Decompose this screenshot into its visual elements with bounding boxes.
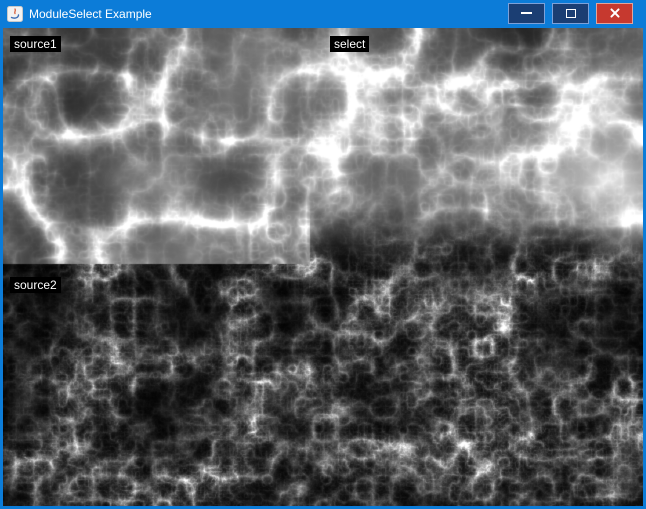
content-area: source1 select source2 (3, 28, 643, 506)
app-icon (7, 6, 23, 22)
close-button[interactable] (596, 3, 633, 24)
label-select: select (330, 36, 369, 52)
label-source1: source1 (10, 36, 61, 52)
maximize-button[interactable] (552, 3, 589, 24)
noise-canvas (3, 28, 643, 506)
maximize-icon (566, 9, 576, 18)
label-source2: source2 (10, 277, 61, 293)
app-window: ModuleSelect Example source1 select sour… (0, 0, 646, 509)
minimize-button[interactable] (508, 3, 545, 24)
close-icon (609, 7, 621, 19)
window-title: ModuleSelect Example (29, 7, 508, 21)
minimize-icon (521, 12, 532, 14)
titlebar-buttons (508, 3, 633, 24)
titlebar[interactable]: ModuleSelect Example (0, 0, 646, 28)
